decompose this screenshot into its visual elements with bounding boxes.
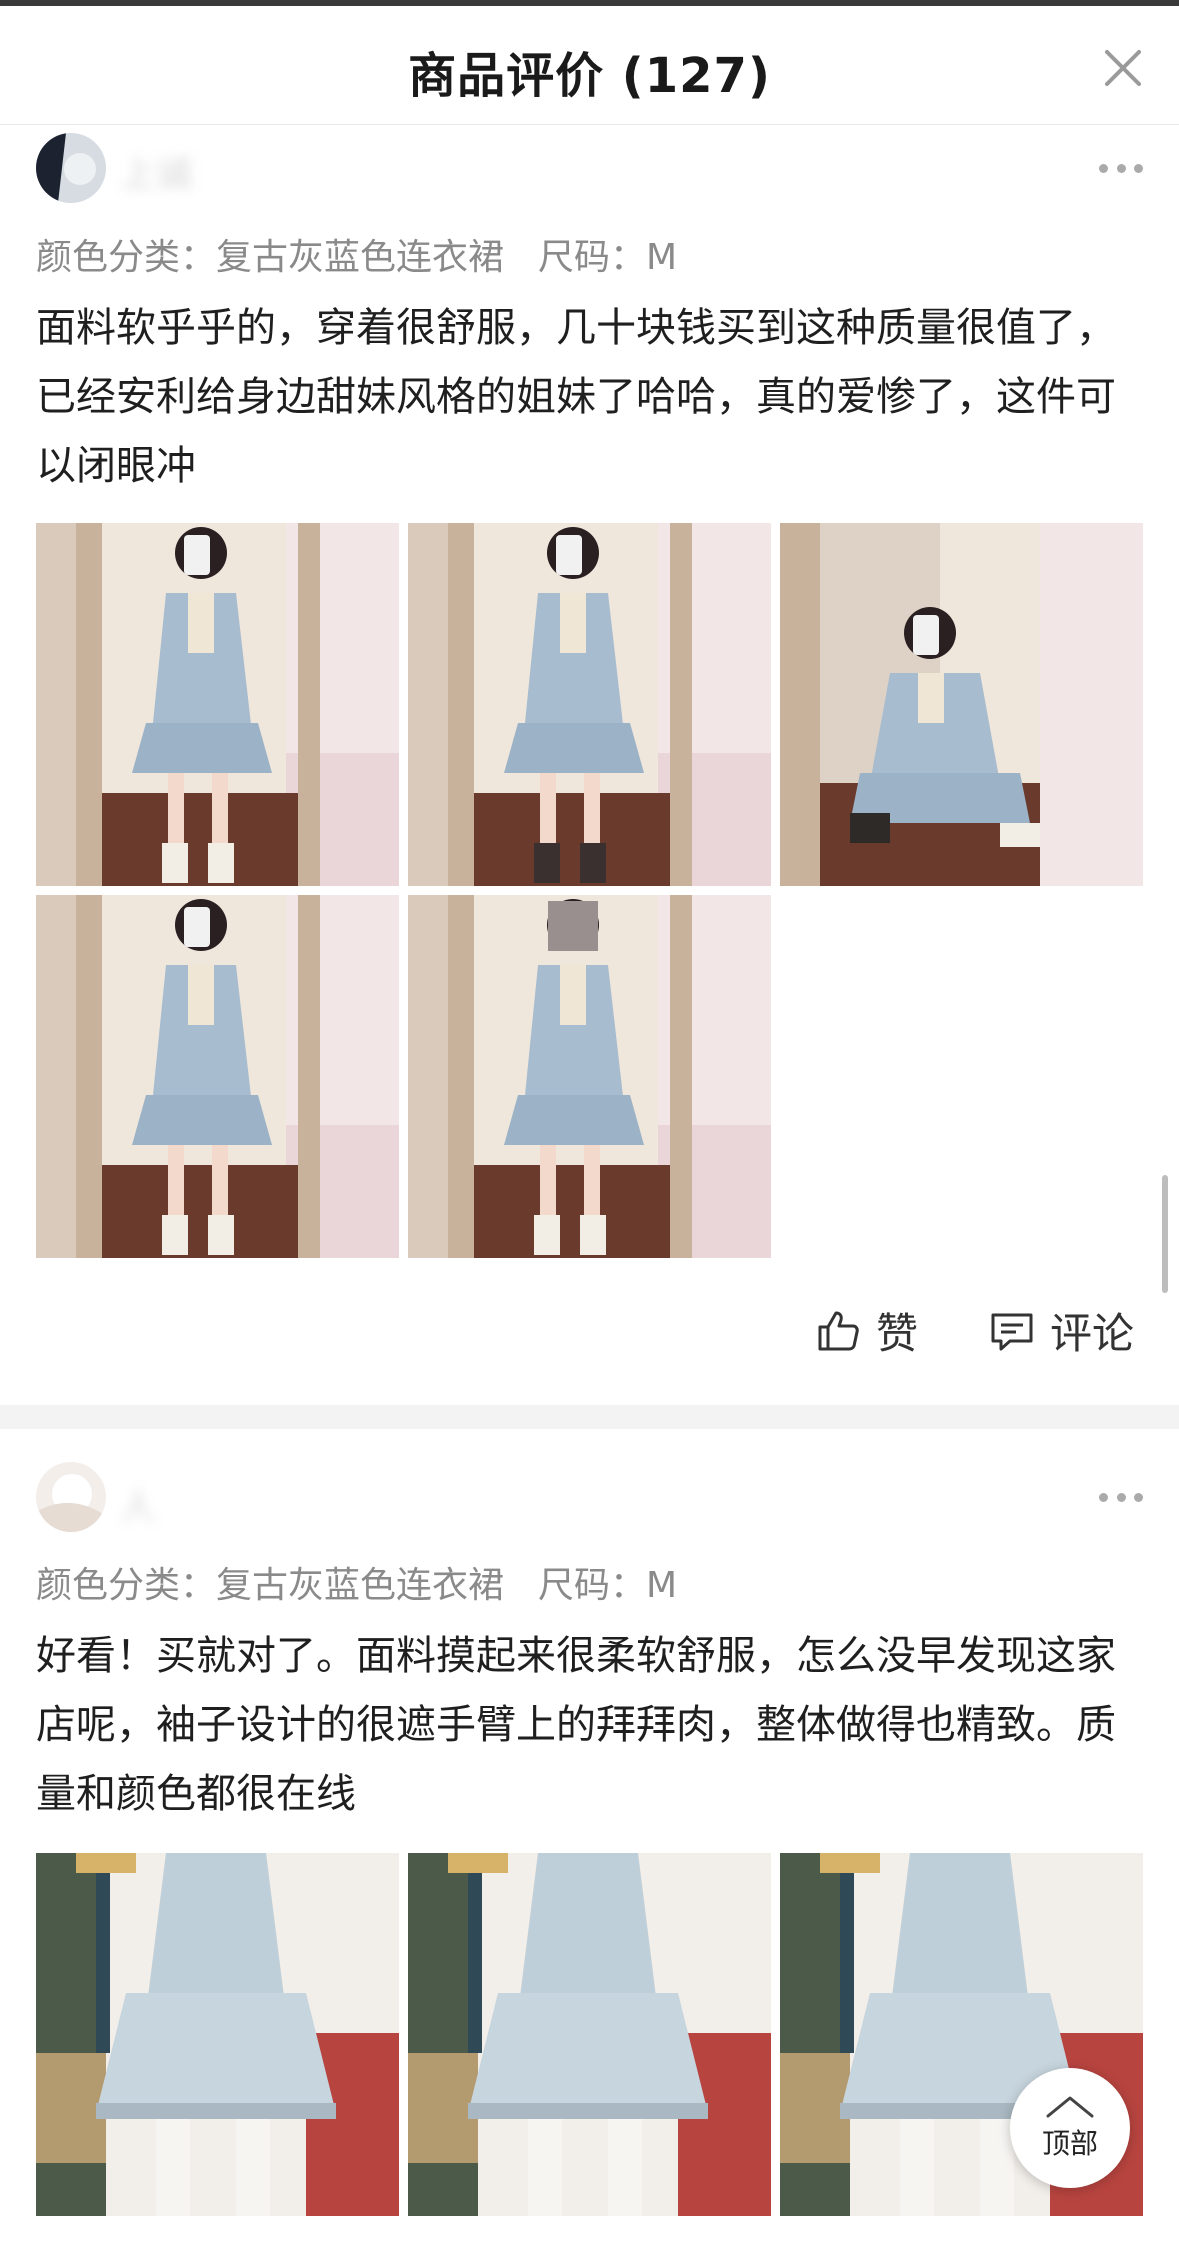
spec-color: 颜色分类：复古灰蓝色连衣裙 — [36, 237, 505, 278]
chevron-up-icon — [1046, 2096, 1094, 2118]
more-options-button[interactable] — [1099, 1490, 1143, 1504]
section-divider — [0, 1405, 1179, 1429]
scrollbar[interactable] — [1162, 1175, 1168, 1293]
thumbs-up-icon — [818, 1311, 859, 1350]
review-text: 面料软乎乎的，穿着很舒服，几十块钱买到这种质量很值了，已经安利给身边甜妹风格的姐… — [36, 305, 1116, 489]
review-actions: 赞 评论 — [0, 1300, 1179, 1360]
avatar[interactable] — [36, 133, 106, 203]
comment-label: 评论 — [1050, 1309, 1135, 1358]
comment-button[interactable]: 评论 — [988, 1300, 1134, 1361]
comment-icon — [991, 1313, 1033, 1350]
review-photo[interactable] — [36, 523, 399, 886]
more-options-button[interactable] — [1099, 161, 1143, 175]
username: 上诚 — [120, 154, 193, 195]
back-to-top-label: 顶部 — [1041, 2127, 1098, 2160]
review-photo[interactable] — [36, 1853, 399, 2216]
review-photo[interactable] — [36, 895, 399, 1258]
page-title: 商品评价 (127) — [408, 48, 771, 104]
like-button[interactable]: 赞 — [814, 1300, 918, 1361]
review-photo[interactable] — [408, 523, 771, 886]
close-button[interactable] — [1101, 46, 1145, 90]
avatar[interactable] — [36, 1462, 106, 1532]
review-photo[interactable] — [408, 1853, 771, 2216]
back-to-top-button[interactable]: 顶部 — [1010, 2068, 1130, 2188]
more-dot-icon — [1116, 1492, 1126, 1502]
like-label: 赞 — [876, 1309, 919, 1358]
review-photo[interactable] — [780, 523, 1143, 886]
reviews-header: 商品评价 (127) — [0, 6, 1179, 125]
review-photo[interactable] — [408, 895, 771, 1258]
username: 人 — [120, 1487, 157, 1528]
sku-spec: 颜色分类：复古灰蓝色连衣裙 尺码：M — [36, 1556, 677, 1608]
spec-size: 尺码：M — [538, 237, 678, 278]
review-text: 好看！买就对了。面料摸起来很柔软舒服，怎么没早发现这家店呢，袖子设计的很遮手臂上… — [36, 1633, 1116, 1817]
more-dot-icon — [1099, 163, 1108, 173]
close-icon — [1105, 50, 1141, 86]
spec-size: 尺码：M — [538, 1565, 678, 1606]
spec-color: 颜色分类：复古灰蓝色连衣裙 — [36, 1565, 505, 1606]
more-dot-icon — [1134, 163, 1143, 173]
more-dot-icon — [1134, 1492, 1143, 1502]
more-dot-icon — [1116, 163, 1126, 173]
sku-spec: 颜色分类：复古灰蓝色连衣裙 尺码：M — [36, 228, 677, 280]
more-dot-icon — [1099, 1492, 1108, 1502]
